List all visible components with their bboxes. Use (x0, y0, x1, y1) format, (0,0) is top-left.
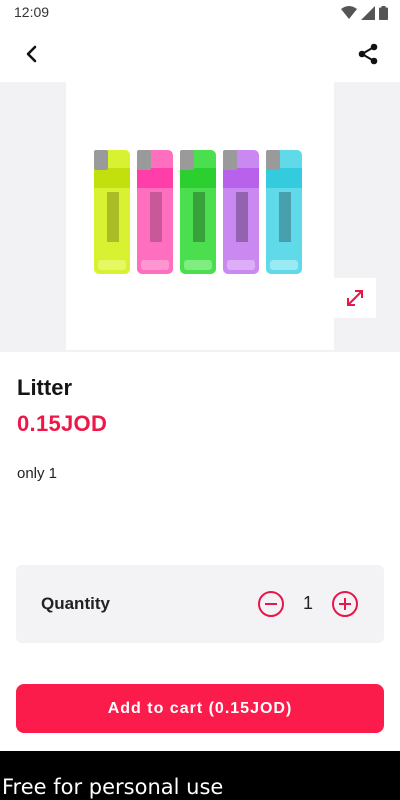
share-icon (358, 43, 378, 65)
product-gallery (0, 82, 400, 352)
expand-arrows-icon (347, 290, 363, 306)
quantity-value: 1 (302, 593, 313, 613)
status-time: 12:09 (14, 4, 50, 20)
footer-text: Free for personal use (2, 775, 224, 799)
increase-quantity-button[interactable] (331, 590, 359, 618)
lighter-pink (137, 150, 173, 274)
chevron-left-icon (26, 45, 37, 63)
back-button[interactable] (18, 40, 46, 68)
minus-circle-icon (258, 591, 284, 617)
lighter-purple (223, 150, 259, 274)
battery-icon (379, 6, 388, 20)
product-image[interactable] (66, 82, 334, 350)
quantity-card: Quantity 1 (16, 565, 384, 643)
lighter-yellow (94, 150, 130, 274)
add-to-cart-button[interactable]: Add to cart (0.15JOD) (16, 684, 384, 733)
app-bar (0, 26, 400, 82)
product-name: Litter (17, 375, 72, 400)
lighter-cyan (266, 150, 302, 274)
quantity-label: Quantity (41, 594, 110, 613)
signal-icon (361, 6, 375, 20)
lighters-image (94, 150, 302, 274)
status-icons (341, 6, 388, 20)
product-price: 0.15JOD (17, 411, 108, 436)
wifi-icon (341, 6, 357, 19)
share-button[interactable] (354, 40, 382, 68)
status-bar: 12:09 (0, 0, 400, 26)
expand-image-button[interactable] (334, 278, 376, 318)
stock-note: only 1 (17, 465, 58, 482)
decrease-quantity-button[interactable] (257, 590, 285, 618)
footer-banner: Free for personal use (0, 751, 400, 800)
lighter-green (180, 150, 216, 274)
plus-circle-icon (332, 591, 358, 617)
